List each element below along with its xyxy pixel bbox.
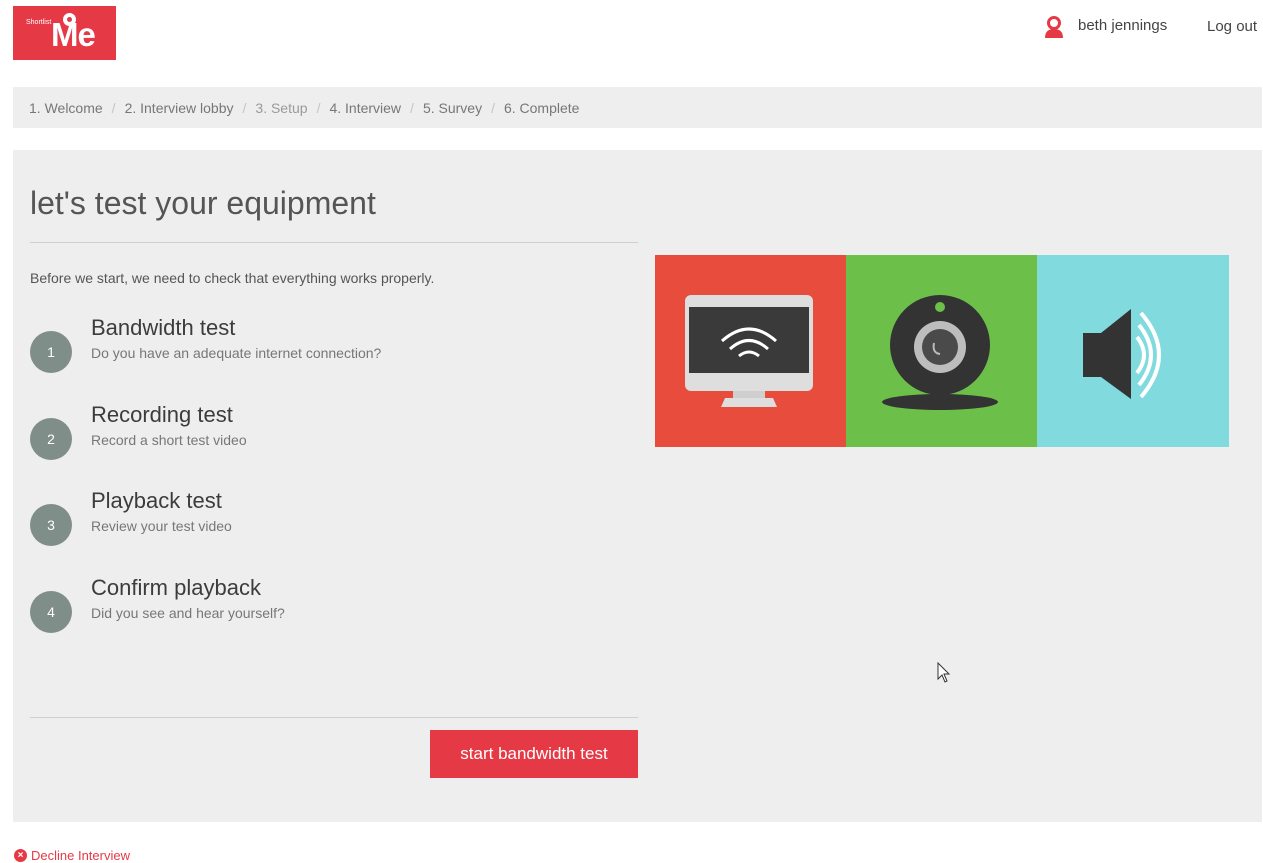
- breadcrumb-interview: 4. Interview: [329, 99, 402, 116]
- intro-text: Before we start, we need to check that e…: [30, 270, 435, 286]
- decline-interview-link[interactable]: × Decline Interview: [14, 848, 130, 863]
- breadcrumb-separator: /: [242, 99, 247, 116]
- breadcrumb-separator: /: [410, 99, 414, 116]
- step-number: 2: [30, 418, 72, 460]
- breadcrumb-setup: 3. Setup: [255, 99, 308, 116]
- equipment-illustration: [655, 255, 1229, 447]
- step-playback-test: 3 Playback test Review your test video: [30, 488, 630, 546]
- monitor-wifi-icon: [685, 295, 813, 407]
- logout-link[interactable]: Log out: [1207, 18, 1257, 35]
- webcam-icon: [882, 295, 998, 410]
- speaker-tile: [1037, 255, 1229, 447]
- step-description: Review your test video: [91, 518, 232, 534]
- breadcrumb-separator: /: [111, 99, 116, 116]
- close-circle-icon: ×: [14, 849, 27, 862]
- page-title: let's test your equipment: [30, 185, 376, 221]
- logo-small-text: Shortlist: [26, 19, 52, 26]
- step-description: Record a short test video: [91, 432, 247, 448]
- step-recording-test: 2 Recording test Record a short test vid…: [30, 402, 630, 460]
- step-title: Playback test: [91, 488, 222, 513]
- step-description: Do you have an adequate internet connect…: [91, 345, 382, 361]
- breadcrumb-separator: /: [316, 99, 321, 116]
- user-menu[interactable]: [1042, 15, 1066, 39]
- divider: [30, 242, 638, 243]
- mouse-cursor-icon: [937, 662, 951, 683]
- logo-big-text: Me: [51, 16, 96, 53]
- step-number: 3: [30, 504, 72, 546]
- divider: [30, 717, 638, 718]
- breadcrumb-welcome[interactable]: 1. Welcome: [29, 100, 103, 116]
- equipment-test-panel: let's test your equipment Before we star…: [13, 150, 1262, 822]
- user-name[interactable]: beth jennings: [1078, 17, 1167, 34]
- step-bandwidth-test: 1 Bandwidth test Do you have an adequate…: [30, 315, 630, 373]
- shortlistme-logo[interactable]: Shortlist Me: [13, 6, 116, 60]
- breadcrumb-survey: 5. Survey: [422, 99, 483, 116]
- decline-interview-label: Decline Interview: [31, 848, 130, 863]
- step-title: Bandwidth test: [91, 315, 236, 340]
- step-title: Recording test: [91, 402, 233, 427]
- speaker-icon: [1083, 309, 1161, 399]
- step-number: 4: [30, 591, 72, 633]
- breadcrumb: 1. Welcome / 2. Interview lobby / 3. Set…: [13, 87, 1262, 128]
- webcam-tile: [846, 255, 1037, 447]
- breadcrumb-interview-lobby[interactable]: 2. Interview lobby: [125, 100, 234, 116]
- monitor-tile: [655, 255, 846, 447]
- step-title: Confirm playback: [91, 575, 261, 600]
- breadcrumb-complete: 6. Complete: [503, 99, 580, 116]
- step-number: 1: [30, 331, 72, 373]
- user-icon: [1045, 16, 1063, 38]
- step-description: Did you see and hear yourself?: [91, 605, 285, 621]
- step-confirm-playback: 4 Confirm playback Did you see and hear …: [30, 575, 630, 633]
- start-bandwidth-test-button[interactable]: start bandwidth test: [430, 730, 638, 778]
- breadcrumb-separator: /: [491, 99, 495, 116]
